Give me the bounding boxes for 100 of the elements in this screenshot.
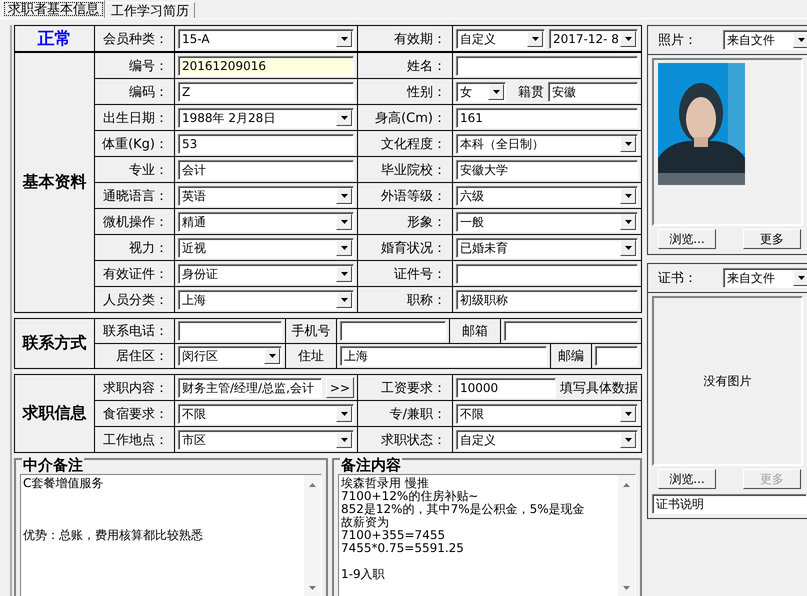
dropdown-button[interactable]: [336, 292, 352, 308]
text-field[interactable]: 53: [178, 134, 354, 154]
section-title: 联系方式: [22, 333, 86, 354]
text-field[interactable]: 上海: [340, 346, 547, 366]
dropdown-button[interactable]: [793, 270, 807, 286]
dropdown[interactable]: 不限: [178, 404, 354, 424]
caret-icon: [340, 246, 348, 250]
caret-icon: [624, 412, 632, 416]
caret-icon: [340, 412, 348, 416]
more-button[interactable]: 更多: [743, 229, 801, 249]
dropdown-button[interactable]: [620, 30, 636, 46]
text-field[interactable]: 初级职称: [456, 290, 638, 310]
text-field[interactable]: 安徽大学: [456, 160, 638, 180]
text-field[interactable]: 161: [456, 108, 638, 128]
text-field[interactable]: [504, 321, 638, 341]
field-label: 专/兼职：: [390, 406, 446, 422]
caret-icon: [624, 246, 632, 250]
text-field[interactable]: 会计: [178, 160, 354, 180]
field-label: 微机操作：: [103, 214, 168, 230]
dropdown[interactable]: 不限: [456, 404, 638, 424]
field-label: 手机号: [292, 323, 330, 340]
browse-button[interactable]: 浏览...: [658, 469, 716, 489]
field-label: 会员种类：: [103, 30, 168, 48]
dropdown[interactable]: 来自文件: [723, 268, 807, 288]
dropdown-button[interactable]: [620, 136, 636, 152]
dropdown-button[interactable]: [336, 406, 352, 422]
dropdown[interactable]: 本科（全日制）: [456, 134, 638, 154]
dropdown-button[interactable]: [336, 266, 352, 282]
dropdown[interactable]: 精通: [178, 212, 354, 232]
dropdown[interactable]: 市区: [178, 430, 354, 450]
dropdown-button[interactable]: [336, 188, 352, 204]
text-field[interactable]: [456, 56, 638, 76]
panel-title: 中介备注: [22, 457, 84, 473]
text-field[interactable]: 证书说明: [652, 494, 807, 514]
dropdown[interactable]: 已婚未育: [456, 238, 638, 258]
caret-icon: [340, 438, 348, 442]
field-label: 编码：: [129, 84, 168, 100]
section-title: 求职信息: [22, 403, 86, 424]
field-label: 视力：: [129, 240, 168, 256]
text-field[interactable]: [456, 264, 638, 284]
dropdown[interactable]: 来自文件: [723, 30, 807, 50]
dropdown-button[interactable]: [527, 30, 543, 46]
dropdown[interactable]: 15-A: [178, 28, 354, 48]
dropdown-button[interactable]: [336, 214, 352, 230]
dropdown-button[interactable]: [620, 240, 636, 256]
memo-line: 故薪资为: [341, 516, 390, 529]
field-label: 外语等级：: [381, 188, 446, 204]
field-label: 求职内容：: [103, 380, 168, 396]
text-field[interactable]: [178, 321, 282, 341]
dropdown-button[interactable]: [336, 240, 352, 256]
dropdown-button[interactable]: [793, 32, 807, 48]
text-field[interactable]: [595, 346, 638, 366]
text-area[interactable]: C套餐增值服务 优势：总账，费用核算都比较熟悉: [20, 474, 322, 596]
text-area[interactable]: 埃森哲录用 慢推 7100+12%的住房补贴~ 852是12%的，其中7%是公积金，5%是现金 故薪资为 7100+355=7455 7455*0.75=5591.25 1-9入职: [338, 474, 636, 596]
dropdown-button[interactable]: [336, 110, 352, 126]
tab[interactable]: 求职者基本信息: [2, 0, 105, 18]
scroll-down-icon: [309, 586, 316, 590]
browse-button[interactable]: 浏览...: [658, 229, 716, 249]
dropdown[interactable]: 上海: [178, 290, 354, 310]
empty-image-text: 没有图片: [704, 372, 752, 390]
dropdown[interactable]: 身份证: [178, 264, 354, 284]
field-label: 证书：: [658, 270, 697, 287]
dropdown[interactable]: 2017-12- 8: [549, 28, 638, 48]
field-label: 联系电话：: [103, 323, 168, 340]
dropdown[interactable]: 自定义: [456, 28, 545, 48]
caret-icon: [624, 220, 632, 224]
dropdown-button[interactable]: [336, 30, 352, 46]
scrollbar[interactable]: [304, 475, 321, 596]
text-field[interactable]: 10000: [456, 378, 556, 398]
dropdown[interactable]: 女: [456, 82, 506, 102]
dropdown-button[interactable]: [620, 188, 636, 204]
dropdown-button[interactable]: [620, 432, 636, 448]
caret-icon: [492, 90, 500, 94]
dropdown[interactable]: 六级: [456, 186, 638, 206]
dropdown-button[interactable]: [336, 432, 352, 448]
dropdown-button[interactable]: [620, 406, 636, 422]
tab[interactable]: 工作学习简历: [105, 2, 195, 18]
dropdown-button[interactable]: [620, 214, 636, 230]
dropdown-button[interactable]: [488, 84, 504, 100]
field-label: 姓名：: [407, 58, 446, 74]
text-field[interactable]: 20161209016: [178, 56, 354, 76]
dropdown[interactable]: 1988年 2月28日: [178, 108, 354, 128]
text-field[interactable]: [340, 321, 446, 341]
text-field[interactable]: Z: [178, 82, 354, 102]
dropdown[interactable]: 自定义: [456, 430, 638, 450]
caret-icon: [624, 194, 632, 198]
more-button[interactable]: >>: [326, 377, 354, 398]
dropdown-button[interactable]: [264, 348, 280, 364]
dropdown[interactable]: 英语: [178, 186, 354, 206]
dropdown[interactable]: 近视: [178, 238, 354, 258]
field-label: 文化程度：: [381, 136, 446, 152]
field-label: 邮编: [558, 348, 584, 365]
memo-line: 7100+355=7455: [341, 529, 446, 542]
text-field[interactable]: 安徽: [548, 82, 638, 102]
dropdown[interactable]: 闵行区: [178, 346, 282, 366]
text-field[interactable]: 财务主管/经理/总监,会计: [178, 378, 322, 398]
field-label: 编号：: [129, 58, 168, 74]
dropdown[interactable]: 一般: [456, 212, 638, 232]
field-label: 照片：: [658, 32, 697, 49]
scrollbar[interactable]: [618, 475, 635, 596]
